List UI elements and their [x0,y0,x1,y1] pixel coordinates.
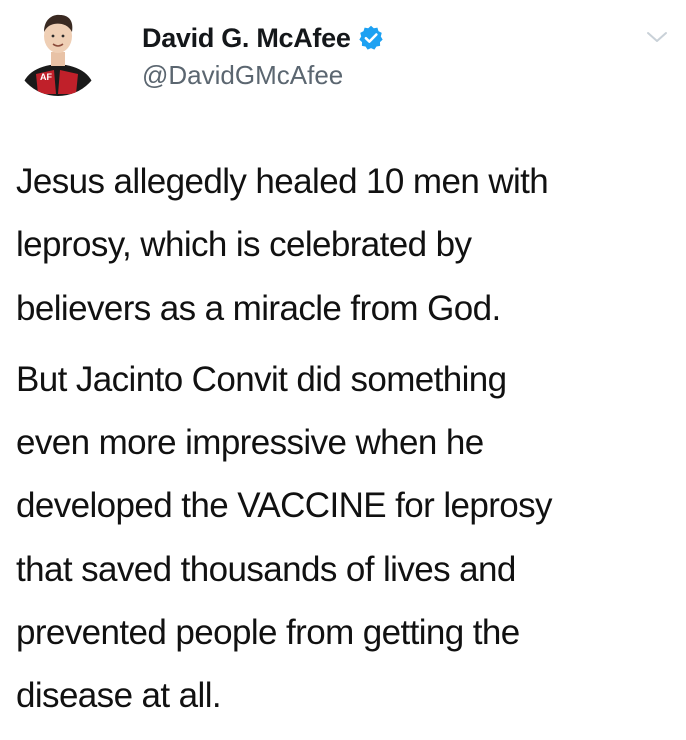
avatar[interactable]: AF [14,8,102,96]
author-block: David G. McAfee @DavidGMcAfee [142,18,385,91]
display-name[interactable]: David G. McAfee [142,23,351,54]
tweet-card: AF David G. McAfee @DavidGMcAfee Jesus a… [0,0,686,740]
name-row: David G. McAfee [142,18,385,58]
tweet-text: Jesus allegedly healed 10 men with lepro… [16,150,676,728]
verified-badge-icon [357,24,385,52]
tweet-paragraph: Jesus allegedly healed 10 men with lepro… [16,162,549,328]
chevron-down-icon[interactable] [646,30,668,44]
user-handle[interactable]: @DavidGMcAfee [142,60,385,91]
svg-text:AF: AF [40,72,52,82]
tweet-paragraph: But Jacinto Convit did something even mo… [16,359,553,716]
avatar-image: AF [14,8,102,96]
